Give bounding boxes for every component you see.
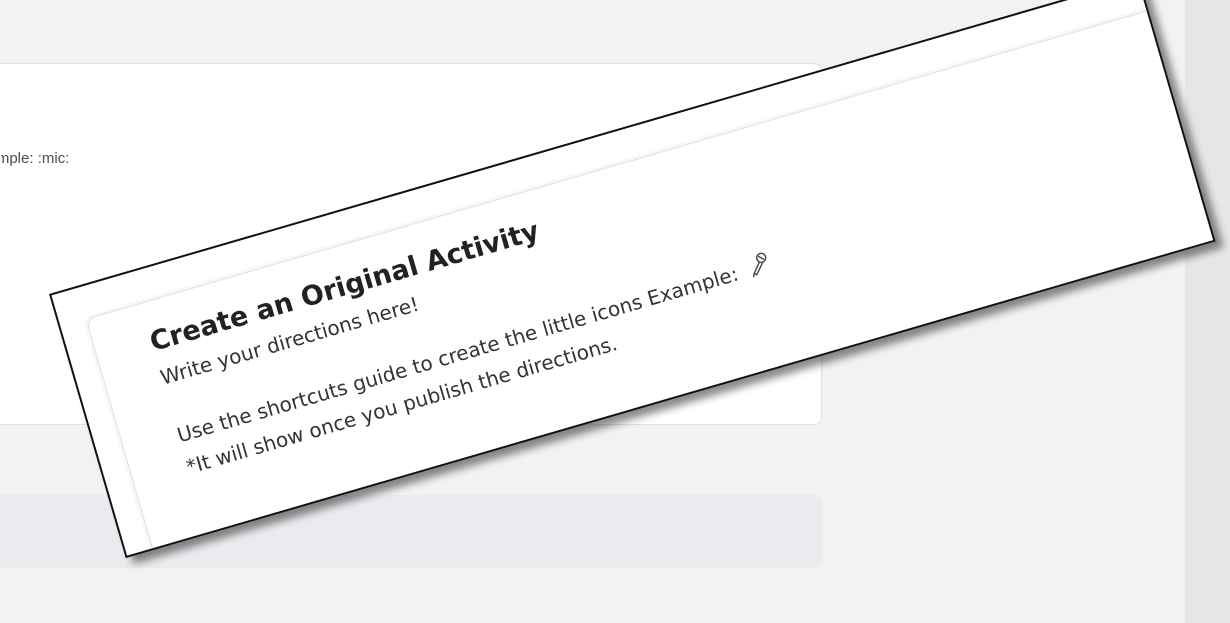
right-panel-strip: [1185, 0, 1230, 623]
editor-text-snippet: Example: :mic:: [1, 150, 70, 167]
